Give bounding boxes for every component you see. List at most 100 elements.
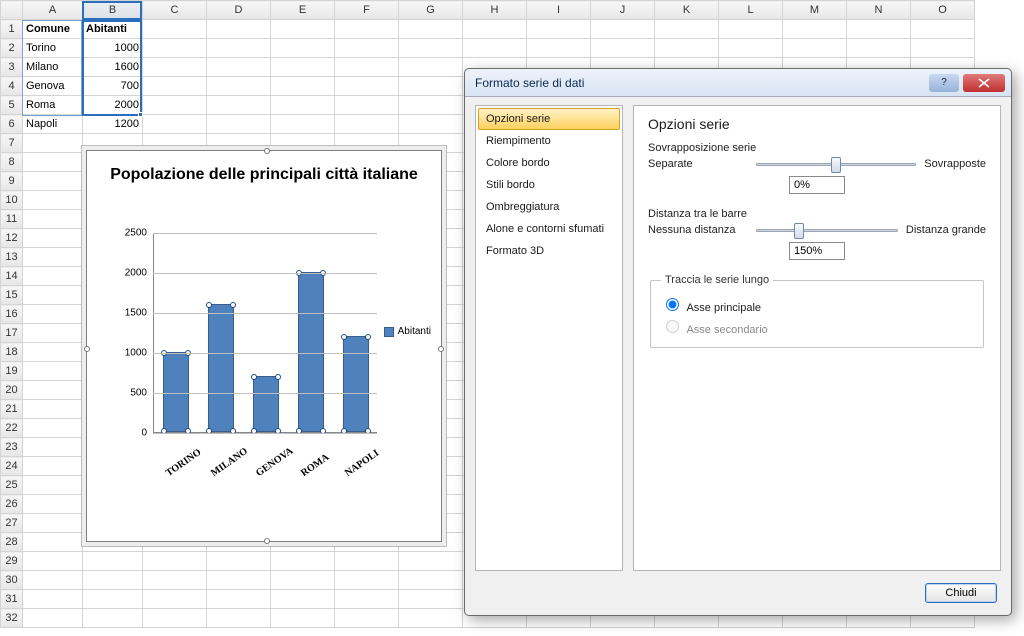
cell[interactable] — [271, 20, 335, 39]
cell[interactable] — [23, 362, 83, 381]
row-header[interactable]: 2 — [1, 39, 23, 58]
cell[interactable] — [271, 590, 335, 609]
column-header[interactable]: H — [463, 1, 527, 20]
row-header[interactable]: 3 — [1, 58, 23, 77]
cell[interactable] — [783, 20, 847, 39]
cell[interactable] — [207, 39, 271, 58]
row-header[interactable]: 32 — [1, 609, 23, 628]
row-header[interactable]: 12 — [1, 229, 23, 248]
close-button[interactable]: Chiudi — [925, 583, 997, 603]
cell[interactable] — [527, 39, 591, 58]
row-header[interactable]: 7 — [1, 134, 23, 153]
cell[interactable] — [83, 571, 143, 590]
row-header[interactable]: 15 — [1, 286, 23, 305]
cell[interactable] — [399, 39, 463, 58]
cell[interactable] — [23, 514, 83, 533]
cell[interactable] — [23, 609, 83, 628]
column-header[interactable]: N — [847, 1, 911, 20]
cell[interactable] — [335, 58, 399, 77]
cell[interactable]: 1600 — [83, 58, 143, 77]
row-header[interactable]: 28 — [1, 533, 23, 552]
cell[interactable] — [207, 590, 271, 609]
cell[interactable] — [271, 77, 335, 96]
cell[interactable] — [463, 20, 527, 39]
cell[interactable] — [83, 552, 143, 571]
row-header[interactable]: 18 — [1, 343, 23, 362]
cell[interactable] — [399, 590, 463, 609]
select-all-corner[interactable] — [1, 1, 23, 20]
cell[interactable] — [335, 96, 399, 115]
cell[interactable]: Roma — [23, 96, 83, 115]
column-header[interactable]: I — [527, 1, 591, 20]
cell[interactable] — [399, 115, 463, 134]
row-header[interactable]: 14 — [1, 267, 23, 286]
cell[interactable] — [23, 438, 83, 457]
column-header[interactable]: G — [399, 1, 463, 20]
row-header[interactable]: 13 — [1, 248, 23, 267]
cell[interactable] — [271, 96, 335, 115]
cell[interactable] — [143, 20, 207, 39]
dialog-titlebar[interactable]: Formato serie di dati ? — [465, 69, 1011, 97]
cell[interactable] — [23, 210, 83, 229]
column-header[interactable]: L — [719, 1, 783, 20]
cell[interactable] — [23, 419, 83, 438]
chart-legend[interactable]: Abitanti — [384, 326, 431, 337]
table-row[interactable]: 1ComuneAbitanti — [1, 20, 975, 39]
cell[interactable] — [399, 77, 463, 96]
chart-resize-handle[interactable] — [264, 538, 270, 544]
axis-secondary-option[interactable]: Asse secondario — [661, 317, 973, 336]
row-header[interactable]: 9 — [1, 172, 23, 191]
dialog-nav-item[interactable]: Opzioni serie — [478, 108, 620, 130]
row-header[interactable]: 24 — [1, 457, 23, 476]
chart-bar[interactable] — [163, 352, 189, 432]
row-header[interactable]: 10 — [1, 191, 23, 210]
chart-resize-handle[interactable] — [438, 346, 444, 352]
cell[interactable]: 700 — [83, 77, 143, 96]
column-header[interactable]: B — [83, 1, 143, 20]
cell[interactable]: Napoli — [23, 115, 83, 134]
cell[interactable]: 2000 — [83, 96, 143, 115]
cell[interactable] — [399, 20, 463, 39]
dialog-nav-item[interactable]: Formato 3D — [478, 240, 620, 262]
column-header[interactable]: F — [335, 1, 399, 20]
cell[interactable] — [23, 305, 83, 324]
cell[interactable] — [207, 58, 271, 77]
column-header[interactable]: E — [271, 1, 335, 20]
cell[interactable] — [23, 476, 83, 495]
cell[interactable] — [399, 552, 463, 571]
cell[interactable] — [23, 590, 83, 609]
cell[interactable]: Milano — [23, 58, 83, 77]
cell[interactable]: 1000 — [83, 39, 143, 58]
cell[interactable] — [23, 533, 83, 552]
row-header[interactable]: 23 — [1, 438, 23, 457]
cell[interactable] — [143, 571, 207, 590]
cell[interactable] — [23, 495, 83, 514]
row-header[interactable]: 4 — [1, 77, 23, 96]
dialog-nav[interactable]: Opzioni serieRiempimentoColore bordoStil… — [475, 105, 623, 571]
cell[interactable] — [23, 286, 83, 305]
chart-plot-area[interactable]: 05001000150020002500TORINOMILANOGENOVARO… — [117, 233, 377, 433]
cell[interactable] — [143, 58, 207, 77]
cell[interactable] — [591, 20, 655, 39]
cell[interactable] — [143, 590, 207, 609]
cell[interactable] — [911, 39, 975, 58]
row-header[interactable]: 27 — [1, 514, 23, 533]
cell[interactable] — [847, 20, 911, 39]
cell[interactable] — [143, 609, 207, 628]
dialog-nav-item[interactable]: Riempimento — [478, 130, 620, 152]
row-header[interactable]: 26 — [1, 495, 23, 514]
cell[interactable]: 1200 — [83, 115, 143, 134]
column-header[interactable]: K — [655, 1, 719, 20]
cell[interactable] — [271, 571, 335, 590]
cell[interactable] — [271, 115, 335, 134]
overlap-slider[interactable] — [756, 156, 916, 172]
row-header[interactable]: 17 — [1, 324, 23, 343]
table-row[interactable]: 2Torino1000 — [1, 39, 975, 58]
cell[interactable] — [847, 39, 911, 58]
cell[interactable] — [143, 77, 207, 96]
close-icon[interactable] — [963, 74, 1005, 92]
format-data-series-dialog[interactable]: Formato serie di dati ? Opzioni serieRie… — [464, 68, 1012, 616]
column-header[interactable]: M — [783, 1, 847, 20]
cell[interactable] — [23, 172, 83, 191]
cell[interactable] — [23, 457, 83, 476]
